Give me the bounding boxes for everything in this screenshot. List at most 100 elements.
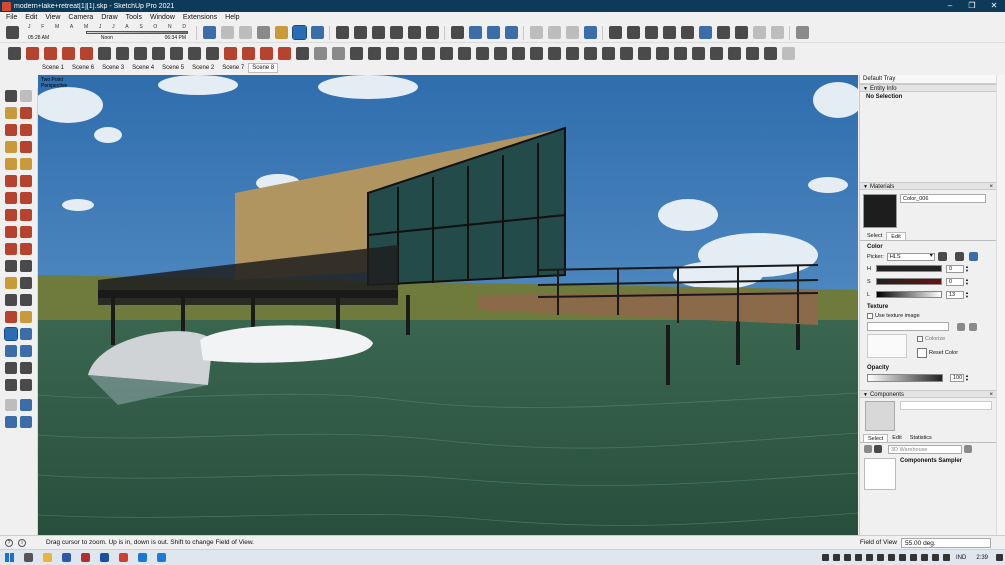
make-component-icon[interactable] [20,90,32,102]
tray-app-icon[interactable] [854,554,862,561]
tab-edit[interactable]: Edit [888,434,905,442]
pie-icon[interactable] [20,192,32,204]
eraser-icon[interactable] [20,107,32,119]
volume-icon[interactable] [931,554,939,561]
hue-input[interactable]: 0 [946,264,964,273]
extrude-edges-icon[interactable] [439,46,453,60]
stop-icon[interactable] [734,26,748,39]
search-icon[interactable] [24,553,33,562]
display-section-icon[interactable] [486,26,500,39]
walk-icon[interactable] [5,379,17,391]
follow-me-icon[interactable] [20,226,32,238]
circle-icon[interactable] [5,158,17,170]
settings-icon[interactable] [781,46,795,60]
month-label[interactable]: S [139,24,142,30]
tab-statistics[interactable]: Statistics [906,434,936,442]
tray-scrollbar[interactable] [996,75,1005,535]
move-tool-icon[interactable] [5,209,17,221]
vector-pushpull-icon[interactable] [529,46,543,60]
previous-view-icon[interactable] [20,345,32,357]
month-label[interactable]: F [41,24,44,30]
line-icon[interactable] [277,46,291,60]
import-icon[interactable] [770,26,784,39]
close-button[interactable]: ✕ [983,0,1005,12]
tab-scene-active[interactable]: Scene 8 [248,63,279,73]
saturation-input[interactable]: 0 [946,277,964,286]
menu-draw[interactable]: Draw [101,14,117,21]
select-arrow-icon[interactable] [5,90,17,102]
home-icon[interactable] [874,445,882,453]
menu-tools[interactable]: Tools [126,14,142,21]
input-language[interactable]: IND [956,555,966,561]
bezier-icon[interactable] [25,46,39,60]
stamp-icon[interactable] [313,46,327,60]
material-name-field[interactable]: Color_006 [900,194,986,203]
month-label[interactable]: M [55,24,59,30]
smoove-icon[interactable] [349,46,363,60]
xray-style-icon[interactable] [202,26,216,39]
section-plane-tool-icon[interactable] [5,399,17,411]
opacity-slider[interactable] [867,374,943,382]
zoom-extents-icon[interactable] [5,345,17,357]
add-detail-icon[interactable] [403,46,417,60]
gear-icon[interactable] [795,26,809,39]
photoshop-icon[interactable] [100,553,109,562]
left-view-icon[interactable] [425,26,439,39]
time-slider[interactable] [86,31,188,34]
offset-tool-icon[interactable] [20,243,32,255]
section-cuts-icon[interactable] [504,26,518,39]
month-label[interactable]: J [28,24,31,30]
scale-icon[interactable] [5,243,17,255]
tab-scene[interactable]: Scene 3 [98,63,128,73]
measurements-input[interactable]: 55.00 deg. [901,537,991,548]
zoom-icon[interactable] [4,327,18,341]
hidden-line-icon[interactable] [256,26,270,39]
eyedropper-icon[interactable] [955,252,965,261]
extrude-icon[interactable] [187,46,201,60]
position-camera-icon[interactable] [5,362,17,374]
flip-edge-icon[interactable] [421,46,435,60]
3d-text-icon[interactable] [20,294,32,306]
profile-builder-icon[interactable] [709,46,723,60]
round-corner-icon[interactable] [565,46,579,60]
monochrome-icon[interactable] [310,26,324,39]
look-around-icon[interactable] [20,362,32,374]
picker-select[interactable]: HLS [886,252,935,261]
tray-app-icon[interactable] [876,554,884,561]
reset-color-button[interactable] [917,348,927,358]
components-sampler-item[interactable]: Components Sampler [860,455,996,493]
match-color-icon[interactable] [968,252,978,261]
view-options-icon[interactable] [864,445,872,453]
curve-icon[interactable] [43,46,57,60]
split-icon[interactable] [583,26,597,39]
iso-view-icon[interactable] [335,26,349,39]
home-icon[interactable] [644,26,658,39]
menu-edit[interactable]: Edit [25,14,37,21]
top-view-icon[interactable] [353,26,367,39]
text-tool-icon[interactable] [20,277,32,289]
joint-pushpull-icon[interactable] [511,46,525,60]
component-name-field[interactable] [900,401,992,410]
month-label[interactable]: D [182,24,186,30]
shaded-icon[interactable] [274,26,288,39]
components-search-input[interactable]: 3D Warehouse [888,444,962,454]
rotate-icon[interactable] [205,46,219,60]
shaded-textures-icon[interactable] [291,25,307,40]
drape-icon[interactable] [331,46,345,60]
arc-icon[interactable] [5,175,17,187]
zoom-window-icon[interactable] [20,328,32,340]
mirror-icon[interactable] [745,46,759,60]
menu-help[interactable]: Help [225,14,239,21]
dimension-icon[interactable] [295,46,309,60]
rotate-tool-icon[interactable] [5,226,17,238]
colorize-checkbox[interactable] [917,336,923,342]
corner-icon[interactable] [259,46,273,60]
saturation-spinner-icon[interactable]: ▲ ▼ [964,277,970,286]
array-icon[interactable] [763,46,777,60]
extension-warehouse-icon[interactable] [626,26,640,39]
sketchup-taskbar-icon[interactable] [157,553,166,562]
warehouse-icon[interactable] [608,26,622,39]
saturation-slider[interactable] [876,278,942,285]
push-pull-tool-icon[interactable] [20,209,32,221]
tab-scene[interactable]: Scene 7 [218,63,248,73]
